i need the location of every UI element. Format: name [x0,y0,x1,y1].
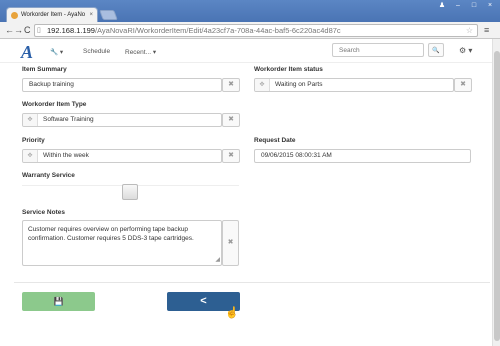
nav-recent[interactable]: Recent... ▾ [125,48,156,56]
service-notes-text: Customer requires overview on performing… [28,226,194,242]
item-summary-field[interactable]: Backup training [22,78,222,92]
select-icon[interactable]: ✥ [255,79,270,91]
favicon-icon [11,11,18,19]
browser-tab[interactable]: Workorder Item - AyaNo × [6,7,98,22]
divider [14,282,490,283]
search-button[interactable]: 🔍 [428,43,444,57]
bookmark-star-icon[interactable]: ☆ [466,25,473,36]
tab-close-icon[interactable]: × [89,12,93,18]
scrollbar-thumb[interactable] [494,51,500,341]
back-nav-button[interactable]: ← [5,25,14,36]
maximize-button[interactable]: □ [468,2,480,10]
priority-label: Priority [22,137,45,144]
save-button[interactable]: 💾 [22,292,95,311]
priority-field[interactable]: ✥ Within the week [22,149,222,163]
select-icon[interactable]: ✥ [23,114,38,126]
url-host: 192.168.1.199 [47,26,95,35]
reload-button[interactable]: C [24,25,31,36]
clear-icon[interactable]: ✖ [222,149,240,163]
warranty-label: Warranty Service [22,172,75,179]
clear-icon[interactable]: ✖ [222,220,239,266]
service-notes-label: Service Notes [22,209,65,216]
resize-handle-icon[interactable]: ◢ [215,256,220,265]
status-label: Workorder Item status [254,66,323,73]
clear-icon[interactable]: ✖ [454,78,472,92]
app-logo[interactable]: A [21,42,33,63]
page-icon: ▯ [37,27,41,34]
type-label: Workorder Item Type [22,101,87,108]
minimize-button[interactable]: – [452,2,464,10]
scrollbar[interactable] [492,39,500,346]
request-date-label: Request Date [254,137,296,144]
close-window-button[interactable]: × [484,2,496,10]
browser-toolbar: ← → C ▯ 192.168.1.199/AyaNovaRI/Workorde… [0,22,500,39]
user-icon[interactable]: ♟ [436,2,448,10]
status-value: Waiting on Parts [275,81,323,88]
priority-value: Within the week [43,152,89,159]
tab-title: Workorder Item - AyaNo [21,12,86,18]
browser-tab-bar: Workorder Item - AyaNo × ♟ – □ × [0,0,500,22]
search-input[interactable] [332,43,424,57]
clear-icon[interactable]: ✖ [222,78,240,92]
chevron-left-icon: < [200,295,207,307]
service-notes-textarea[interactable]: Customer requires overview on performing… [22,220,222,266]
wrench-menu[interactable]: 🔧 ▾ [50,48,63,56]
save-icon: 💾 [53,297,64,306]
item-summary-label: Item Summary [22,66,67,73]
type-value: Software Training [43,116,94,123]
request-date-field[interactable]: 09/06/2015 08:00:31 AM [254,149,471,163]
select-icon[interactable]: ✥ [23,150,38,162]
browser-menu-icon[interactable]: ≡ [484,25,489,35]
mouse-cursor-icon: ☝ [225,307,239,319]
type-field[interactable]: ✥ Software Training [22,113,222,127]
settings-gear-icon[interactable]: ⚙ ▾ [459,46,472,55]
new-tab-button[interactable] [99,10,118,20]
nav-schedule[interactable]: Schedule [83,48,110,55]
search-icon: 🔍 [432,48,440,54]
clear-icon[interactable]: ✖ [222,113,240,127]
address-bar[interactable]: ▯ 192.168.1.199/AyaNovaRI/WorkorderItem/… [34,24,478,37]
url-path: /AyaNovaRI/WorkorderItem/Edit/4a23cf7a-7… [94,26,341,35]
forward-nav-button[interactable]: → [14,25,23,36]
warranty-toggle[interactable] [122,184,138,200]
status-field[interactable]: ✥ Waiting on Parts [254,78,454,92]
